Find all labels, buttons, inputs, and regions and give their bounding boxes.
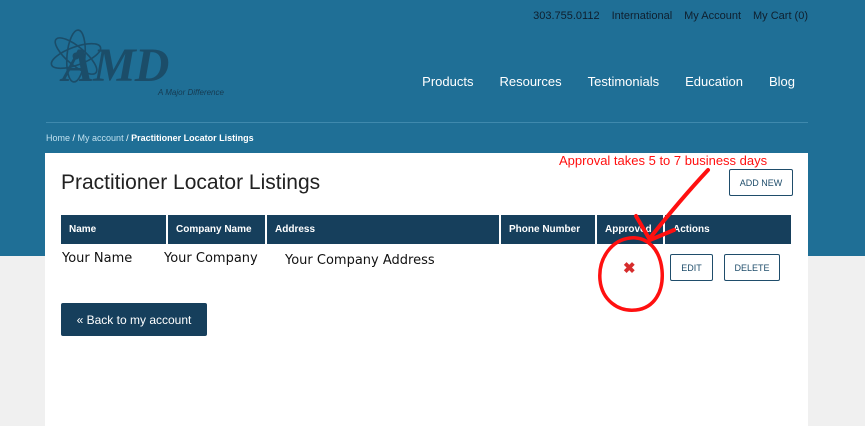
nav-item-resources[interactable]: Resources	[499, 74, 561, 89]
column-header-name: Name	[61, 215, 168, 244]
nav-item-products[interactable]: Products	[422, 74, 473, 89]
content-panel: Practitioner Locator Listings ADD NEW Na…	[45, 153, 808, 426]
approval-annotation-text: Approval takes 5 to 7 business days	[559, 153, 768, 168]
add-new-button[interactable]: ADD NEW	[729, 169, 793, 196]
edit-button[interactable]: EDIT	[670, 254, 713, 281]
not-approved-icon: ✖	[623, 260, 636, 277]
column-header-company: Company Name	[168, 215, 267, 244]
cell-address: Your Company Address	[285, 253, 435, 268]
delete-button[interactable]: DELETE	[724, 254, 780, 281]
breadcrumb: Home / My account / Practitioner Locator…	[46, 133, 254, 143]
page-title: Practitioner Locator Listings	[61, 171, 321, 194]
back-to-account-button[interactable]: « Back to my account	[61, 303, 207, 336]
column-header-address: Address	[267, 215, 501, 244]
main-nav: Products Resources Testimonials Educatio…	[422, 74, 795, 89]
logo-tagline: A Major Difference	[158, 88, 224, 97]
column-header-approved: Approved	[597, 215, 665, 244]
amd-logo[interactable]: AMD A Major Difference	[44, 28, 244, 103]
cell-company: Your Company	[164, 251, 258, 266]
my-account-link[interactable]: My Account	[684, 10, 741, 22]
breadcrumb-current: Practitioner Locator Listings	[131, 133, 254, 143]
my-cart-link[interactable]: My Cart (0)	[753, 10, 808, 22]
utility-nav: 303.755.0112 International My Account My…	[533, 10, 808, 22]
nav-item-education[interactable]: Education	[685, 74, 743, 89]
nav-item-blog[interactable]: Blog	[769, 74, 795, 89]
cell-name: Your Name	[62, 251, 133, 266]
breadcrumb-home[interactable]: Home	[46, 133, 70, 143]
column-header-phone: Phone Number	[501, 215, 597, 244]
table-header: Name Company Name Address Phone Number A…	[61, 215, 791, 244]
column-header-actions: Actions	[665, 215, 791, 244]
logo-wordmark: AMD	[62, 39, 169, 92]
nav-divider	[46, 122, 808, 123]
phone-number[interactable]: 303.755.0112	[533, 10, 599, 22]
breadcrumb-my-account[interactable]: My account	[78, 133, 124, 143]
nav-item-testimonials[interactable]: Testimonials	[588, 74, 660, 89]
international-link[interactable]: International	[612, 10, 673, 22]
